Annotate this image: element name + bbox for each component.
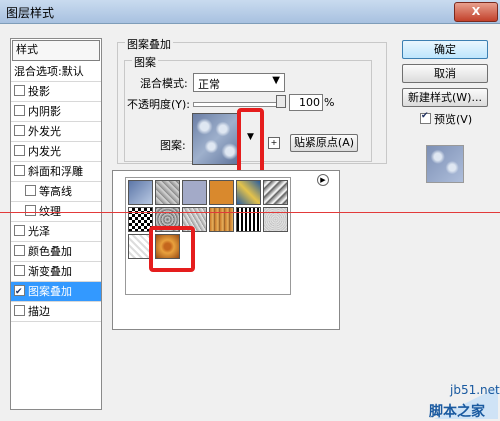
preview-checkbox[interactable] [420,111,431,124]
new-style-button[interactable]: 新建样式(W)... [402,88,488,107]
pattern-tile[interactable] [182,180,207,205]
pattern-tile[interactable] [209,180,234,205]
style-item-satin[interactable]: 光泽 [11,222,101,242]
style-item-stroke[interactable]: 描边 [11,302,101,322]
style-item-color-overlay[interactable]: 颜色叠加 [11,242,101,262]
popup-menu-icon[interactable]: ▶ [317,174,329,186]
style-item-drop-shadow[interactable]: 投影 [11,82,101,102]
blend-mode-value: 正常 [198,78,220,91]
snap-to-origin-button[interactable]: 贴紧原点(A) [290,134,358,152]
title-bar: 图层样式 X [0,0,500,24]
checkbox[interactable] [14,145,25,156]
pattern-tile[interactable] [128,180,153,205]
dialog-client: 样式 混合选项:默认 投影 内阴影 外发光 内发光 斜面和浮雕 等高线 纹理 光… [0,24,500,421]
pattern-tile[interactable] [236,207,261,232]
pattern-tile[interactable] [155,180,180,205]
checkbox[interactable] [14,245,25,256]
checkbox[interactable] [14,225,25,236]
checkbox[interactable] [14,283,25,302]
window-title: 图层样式 [6,6,55,20]
checkbox[interactable] [25,185,36,196]
pattern-label: 图案: [160,139,186,152]
preview-thumbnail [426,145,464,183]
pattern-swatch[interactable] [192,113,240,165]
pattern-tile[interactable] [236,180,261,205]
opacity-slider-thumb[interactable] [276,95,286,108]
preview-label: 预览(V) [434,113,473,126]
blend-options-item[interactable]: 混合选项:默认 [11,62,101,82]
checkbox[interactable] [14,105,25,116]
group-title: 图案叠加 [125,36,173,52]
checkbox[interactable] [14,85,25,96]
new-preset-icon[interactable]: + [268,137,280,149]
checkbox[interactable] [14,265,25,276]
opacity-slider[interactable] [193,102,285,107]
pattern-tile[interactable] [263,207,288,232]
checkbox[interactable] [14,125,25,136]
opacity-label: 不透明度(Y): [127,98,191,111]
blend-mode-select[interactable]: 正常 ▼ [193,73,285,92]
opacity-input[interactable]: 100 [289,94,323,111]
watermark-name: 脚本之家 [429,404,485,420]
highlight-box-pattern-picker [237,108,264,179]
chevron-down-icon: ▼ [272,75,280,86]
opacity-unit: % [324,96,335,109]
style-item-bevel-emboss[interactable]: 斜面和浮雕 [11,162,101,182]
style-item-contour[interactable]: 等高线 [11,182,101,202]
checkbox[interactable] [25,205,36,216]
close-button[interactable]: X [454,2,498,22]
pattern-tile[interactable] [263,180,288,205]
watermark-url: jb51.net [450,383,500,397]
subgroup-title: 图案 [132,54,158,70]
checkbox[interactable] [14,305,25,316]
cancel-button[interactable]: 取消 [402,64,488,83]
styles-list: 样式 混合选项:默认 投影 内阴影 外发光 内发光 斜面和浮雕 等高线 纹理 光… [10,38,102,410]
style-item-gradient-overlay[interactable]: 渐变叠加 [11,262,101,282]
style-item-inner-shadow[interactable]: 内阴影 [11,102,101,122]
blend-mode-label: 混合模式: [140,77,188,90]
styles-header[interactable]: 样式 [12,40,100,61]
highlight-box-pattern-tile [149,226,195,272]
ok-button[interactable]: 确定 [402,40,488,59]
pattern-picker-popup: ▶ [112,170,340,330]
annotation-line [0,212,500,213]
checkbox[interactable] [14,165,25,176]
preview-toggle[interactable]: 预览(V) [420,111,472,127]
style-item-outer-glow[interactable]: 外发光 [11,122,101,142]
style-item-pattern-overlay[interactable]: 图案叠加 [11,282,101,302]
pattern-tile[interactable] [209,207,234,232]
style-item-inner-glow[interactable]: 内发光 [11,142,101,162]
